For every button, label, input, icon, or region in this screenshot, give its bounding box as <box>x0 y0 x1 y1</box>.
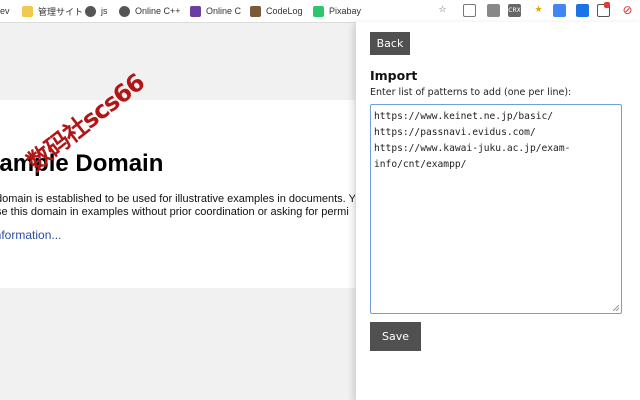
bookmark-js[interactable]: js <box>85 3 108 19</box>
block-icon[interactable]: ⊘ <box>621 4 634 17</box>
bookmark-ev[interactable]: ev <box>0 3 10 19</box>
more-information-link[interactable]: information... <box>0 228 61 242</box>
folder-icon <box>22 5 33 17</box>
bookmark-label: Online C <box>206 6 242 16</box>
translate-icon[interactable] <box>576 4 589 17</box>
bookmark-online-c[interactable]: Online C <box>190 3 241 19</box>
page-paragraph-line: domain is established to be used for ill… <box>0 193 356 205</box>
bookmark-pixabay[interactable]: Pixabay <box>313 3 361 19</box>
extension-popup: Back Import Enter list of patterns to ad… <box>355 22 640 400</box>
bookmark-star-icon[interactable]: ★ <box>532 4 545 17</box>
bolt-icon <box>190 5 201 17</box>
bookmark-label: Pixabay <box>329 6 362 16</box>
back-button[interactable]: Back <box>370 32 410 55</box>
google-icon[interactable] <box>553 4 566 17</box>
save-button[interactable]: Save <box>370 322 421 351</box>
patterns-textarea[interactable]: https://www.keinet.ne.jp/basic/ https://… <box>370 104 622 314</box>
page-paragraph-line: se this domain in examples without prior… <box>0 206 349 218</box>
bookmark-label: 管理サイト <box>38 6 84 17</box>
resize-grip-icon[interactable] <box>613 305 619 311</box>
bookmark-label: ev <box>0 6 10 16</box>
circle-logo-icon <box>119 5 130 17</box>
bookmark-codelog[interactable]: CodeLog <box>250 3 303 19</box>
bookmark-label: js <box>101 6 108 16</box>
textarea-line: https://www.keinet.ne.jp/basic/ <box>374 111 554 122</box>
circle-logo-icon <box>85 5 96 17</box>
clipboard-icon[interactable] <box>487 4 500 17</box>
star-icon[interactable]: ☆ <box>436 4 449 17</box>
textarea-line: https://www.kawai-juku.ac.jp/exam- <box>374 143 571 154</box>
pixabay-icon <box>313 5 324 17</box>
import-heading: Import <box>370 68 418 83</box>
bookmark-folder-admin[interactable]: 管理サイト <box>22 3 83 19</box>
bookmarks-bar: ev 管理サイト js Online C++ Online C CodeLog … <box>0 0 640 23</box>
bookmark-label: Online C++ <box>135 6 181 16</box>
crx-icon[interactable]: CRX <box>508 4 521 17</box>
textarea-line: https://passnavi.evidus.com/ <box>374 127 536 138</box>
import-instructions: Enter list of patterns to add (one per l… <box>370 87 572 98</box>
pocket-icon[interactable] <box>463 4 476 17</box>
bookmark-label: CodeLog <box>266 6 303 16</box>
bookmark-online-cpp[interactable]: Online C++ <box>119 3 181 19</box>
red-box-icon <box>604 2 610 8</box>
textarea-line: info/cnt/exampp/ <box>374 159 467 170</box>
codelog-icon <box>250 5 261 17</box>
